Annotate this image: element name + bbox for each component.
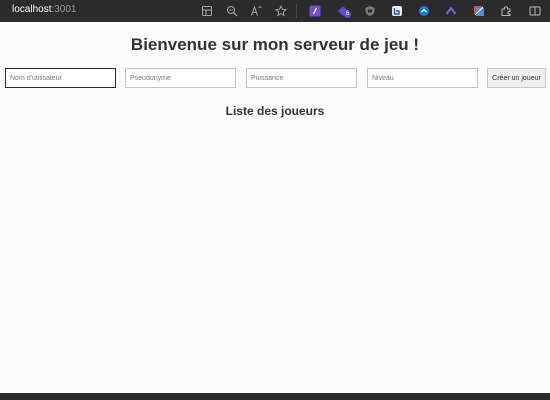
app-available-icon[interactable] [200,4,214,18]
url-port: :3001 [51,4,77,15]
create-player-button[interactable]: Créer un joueur [487,68,546,88]
extensions-puzzle-icon[interactable] [499,4,513,18]
players-list-title: Liste des joueurs [225,104,325,118]
extension-link-icon[interactable] [417,4,431,18]
toolbar-separator [296,4,297,18]
page-title: Bienvenue sur mon serveur de jeu ! [130,35,420,54]
extension-arrow-icon[interactable] [444,4,458,18]
extension-blue-icon[interactable] [390,4,404,18]
extension-brush-icon[interactable] [472,4,486,18]
level-input[interactable] [367,68,478,88]
username-input[interactable] [5,68,116,88]
extension-purple-icon[interactable] [308,4,322,18]
zoom-icon[interactable] [225,4,239,18]
url-host: localhost [12,4,52,15]
favorite-star-icon[interactable] [274,4,288,18]
extension-shield-icon[interactable] [363,4,377,18]
power-input[interactable] [246,68,357,88]
pseudo-input[interactable] [125,68,236,88]
extension-badge-count: 6 [344,11,352,18]
address-bar[interactable]: localhost:3001 [12,4,77,15]
extension-badge-icon[interactable]: 6 [336,4,352,18]
bottom-bar [0,393,550,400]
page-viewport: Bienvenue sur mon serveur de jeu ! Créer… [0,22,550,393]
browser-toolbar: localhost:3001 6 [0,0,550,22]
split-screen-icon[interactable] [528,4,542,18]
read-aloud-icon[interactable] [249,4,263,18]
